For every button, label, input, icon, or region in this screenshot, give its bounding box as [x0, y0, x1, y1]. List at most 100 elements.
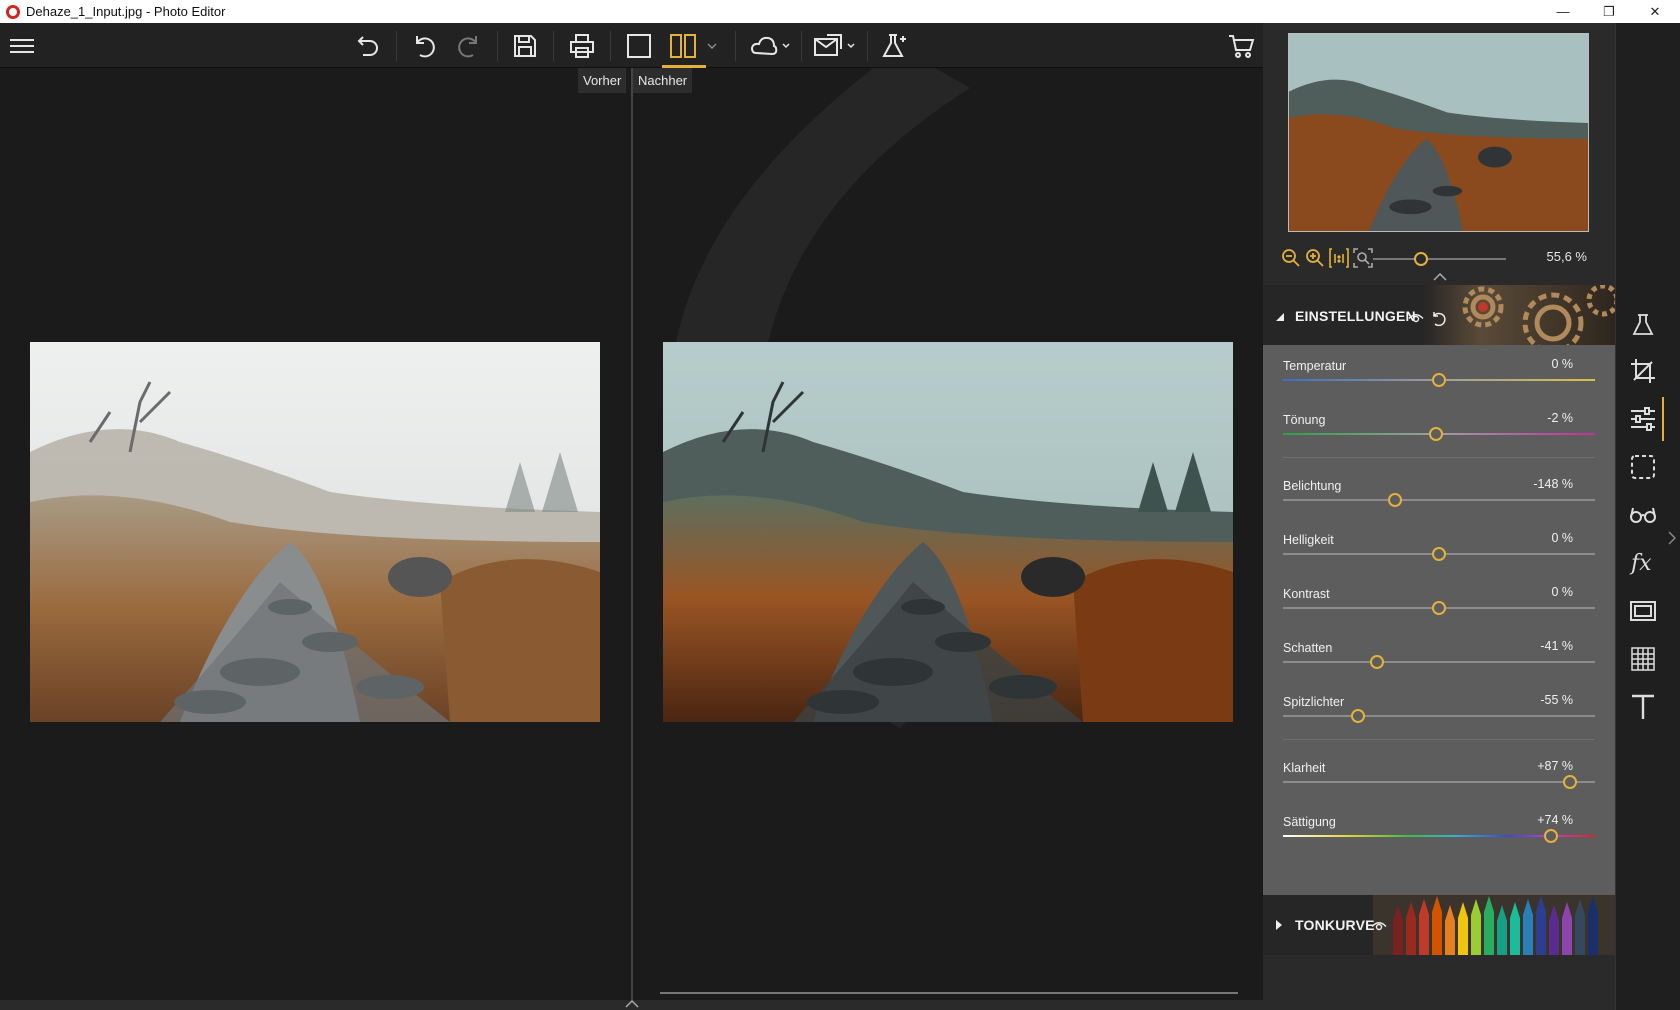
single-view-button[interactable]	[622, 29, 656, 63]
lab-button[interactable]	[878, 29, 912, 63]
slider-label: Schatten	[1283, 641, 1333, 655]
actual-size-icon[interactable]	[1329, 248, 1349, 268]
bottom-panel-bar[interactable]	[0, 1000, 1263, 1010]
expand-panel-icon[interactable]	[1668, 531, 1676, 545]
toolbar-separator	[497, 31, 498, 61]
effects-tool[interactable]: fx	[1626, 546, 1660, 580]
save-icon	[514, 35, 536, 57]
slider-knob[interactable]	[1350, 709, 1365, 723]
tool-strip: fx	[1615, 23, 1680, 1010]
slider-row: Belichtung -148 %	[1283, 473, 1595, 527]
navigator-preview[interactable]	[1288, 33, 1589, 232]
expand-triangle-icon[interactable]	[1275, 919, 1283, 931]
horizontal-scrollbar[interactable]	[660, 992, 1238, 994]
zoom-slider-track[interactable]	[1373, 258, 1506, 260]
slider-row: Klarheit +87 %	[1283, 755, 1595, 809]
slider-value: 0 %	[1551, 357, 1573, 371]
texture-tool[interactable]	[1626, 642, 1660, 676]
eye-icon[interactable]	[1408, 313, 1424, 324]
adjustments-header[interactable]: EINSTELLUNGEN	[1263, 285, 1615, 347]
tone-curve-header[interactable]: TONKURVE	[1263, 895, 1615, 955]
toolbar-separator	[396, 31, 397, 61]
image-canvas[interactable]	[0, 68, 1263, 1010]
split-view-icon	[670, 34, 696, 58]
grid-icon	[1631, 647, 1655, 671]
lab-tool[interactable]	[1626, 308, 1660, 342]
chevron-down-icon	[707, 43, 717, 49]
lens-tool[interactable]	[1626, 498, 1660, 532]
toolbar-separator	[735, 31, 736, 61]
save-button[interactable]	[508, 29, 542, 63]
gears-decoration	[1423, 285, 1615, 347]
restore-button[interactable]: ❐	[1586, 0, 1632, 23]
slider-value: -2 %	[1547, 411, 1573, 425]
export-icon	[814, 34, 855, 56]
collapse-triangle-icon[interactable]	[1275, 312, 1285, 322]
slider-label: Temperatur	[1283, 359, 1347, 373]
zoom-slider-knob[interactable]	[1414, 252, 1428, 266]
split-divider[interactable]	[631, 68, 633, 1000]
after-image	[663, 342, 1233, 722]
revert-icon	[357, 36, 378, 56]
slider-knob[interactable]	[1563, 775, 1578, 789]
hamburger-icon	[10, 39, 34, 53]
slider-label: Spitzlichter	[1283, 695, 1345, 709]
slider-value: +87 %	[1537, 759, 1573, 773]
slider-knob[interactable]	[1432, 601, 1446, 615]
redo-button[interactable]	[452, 29, 486, 63]
glasses-icon	[1630, 507, 1656, 523]
adjustments-tool[interactable]	[1626, 402, 1660, 436]
fx-icon: fx	[1629, 551, 1652, 576]
pencils-decoration	[1373, 895, 1615, 955]
slider-track[interactable]	[1283, 499, 1595, 501]
slider-label: Klarheit	[1283, 761, 1326, 775]
tooltip-before: Vorher	[578, 68, 627, 93]
slider-track[interactable]	[1283, 661, 1595, 663]
fit-screen-icon[interactable]	[1353, 248, 1373, 268]
slider-knob[interactable]	[1432, 547, 1446, 561]
zoom-controls: 55,6 %	[1263, 245, 1615, 271]
slider-knob[interactable]	[1432, 373, 1446, 387]
view-dropdown-button[interactable]	[701, 29, 723, 63]
before-image	[30, 342, 600, 722]
split-view-button[interactable]	[666, 29, 700, 63]
text-tool[interactable]	[1626, 690, 1660, 724]
section-separator	[1283, 457, 1595, 458]
window-title: Dehaze_1_Input.jpg - Photo Editor	[26, 4, 226, 19]
slider-knob[interactable]	[1388, 493, 1403, 507]
chevron-up-icon	[625, 1000, 639, 1008]
single-view-icon	[627, 34, 651, 58]
crop-tool[interactable]	[1626, 354, 1660, 388]
frame-icon	[1630, 601, 1656, 621]
tooltip-after: Nachher	[633, 68, 693, 93]
reset-icon[interactable]	[1430, 310, 1446, 326]
minimize-button[interactable]: —	[1540, 0, 1586, 23]
toolbar-separator	[801, 31, 802, 61]
slider-track[interactable]	[1283, 715, 1595, 717]
zoom-out-icon[interactable]	[1281, 248, 1301, 268]
frame-tool[interactable]	[1626, 594, 1660, 628]
slider-row: Helligkeit 0 %	[1283, 527, 1595, 581]
selection-tool[interactable]	[1626, 450, 1660, 484]
revert-button[interactable]	[351, 29, 385, 63]
export-button[interactable]	[812, 29, 856, 63]
undo-button[interactable]	[407, 29, 441, 63]
undo-icon	[416, 36, 435, 58]
collapse-navigator-icon[interactable]	[1433, 273, 1447, 281]
slider-knob[interactable]	[1428, 427, 1443, 441]
print-button[interactable]	[565, 29, 599, 63]
slider-row: Sättigung +74 %	[1283, 809, 1595, 863]
slider-track[interactable]	[1283, 781, 1595, 783]
title-bar: Dehaze_1_Input.jpg - Photo Editor — ❐ ✕	[0, 0, 1680, 23]
share-icon	[750, 36, 790, 56]
cart-button[interactable]	[1224, 29, 1258, 63]
slider-knob[interactable]	[1544, 829, 1559, 843]
share-button[interactable]	[748, 29, 792, 63]
eye-icon[interactable]	[1371, 921, 1387, 932]
selection-icon	[1631, 455, 1655, 479]
close-button[interactable]: ✕	[1632, 0, 1678, 23]
menu-button[interactable]	[5, 29, 39, 63]
slider-knob[interactable]	[1369, 655, 1384, 669]
zoom-in-icon[interactable]	[1305, 248, 1325, 268]
slider-value: +74 %	[1537, 813, 1573, 827]
